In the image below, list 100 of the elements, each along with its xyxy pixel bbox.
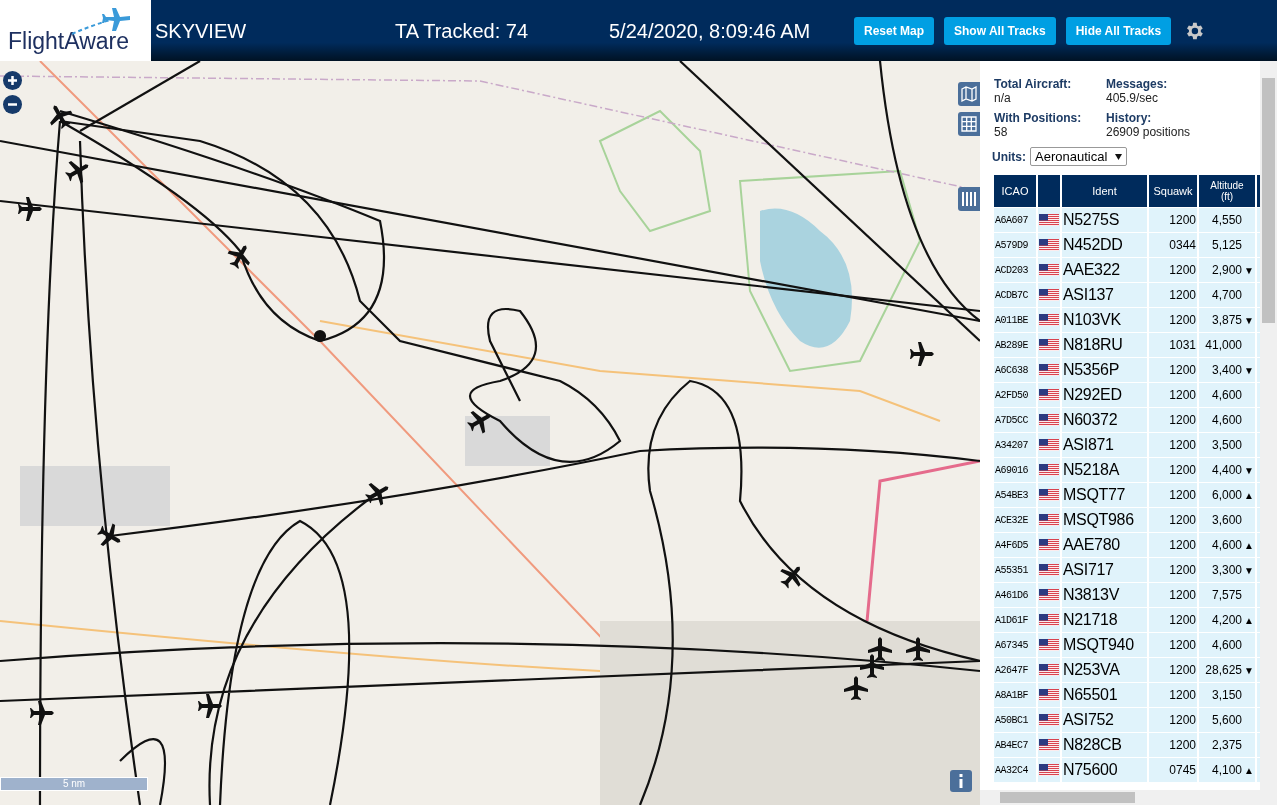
aircraft-row[interactable]: ACD203 AAE322 1200 2,900 ▼: [994, 258, 1260, 282]
altitude-value: 4,600: [1211, 387, 1242, 404]
flag-icon: [1039, 539, 1059, 551]
aircraft-row[interactable]: A579D9 N452DD 0344 5,125: [994, 233, 1260, 257]
airplane-icon[interactable]: [227, 245, 250, 269]
flag-icon: [1039, 714, 1059, 726]
squawk-cell: 1200: [1149, 658, 1197, 682]
stat-value: 26909 positions: [1106, 125, 1192, 139]
altitude-value: 6,000: [1211, 487, 1242, 504]
icao-cell: ACDB7C: [994, 283, 1036, 307]
flag-icon: [1039, 314, 1059, 326]
aircraft-row[interactable]: A67345 MSQT940 1200 4,600: [994, 633, 1260, 657]
column-header[interactable]: Altitude (ft): [1199, 175, 1255, 207]
squawk-cell: 1200: [1149, 258, 1197, 282]
airplane-icon[interactable]: [780, 566, 801, 589]
scrollbar-thumb[interactable]: [1262, 78, 1275, 323]
ident-cell: N21718: [1062, 608, 1147, 632]
altitude-value: 4,600: [1211, 412, 1242, 429]
airplane-icon[interactable]: [467, 411, 491, 434]
squawk-cell: 1200: [1149, 583, 1197, 607]
column-header[interactable]: Ident: [1062, 175, 1147, 207]
airplane-icon[interactable]: [18, 197, 42, 221]
squawk-cell: 1200: [1149, 308, 1197, 332]
ident-cell: N828CB: [1062, 733, 1147, 757]
icao-cell: A461D6: [994, 583, 1036, 607]
aircraft-row[interactable]: AB4EC7 N828CB 1200 2,375: [994, 733, 1260, 757]
flag-icon: [1039, 389, 1059, 401]
ident-cell: N5218A: [1062, 458, 1147, 482]
ident-cell: N5356P: [1062, 358, 1147, 382]
aircraft-row[interactable]: A461D6 N3813V 1200 7,575: [994, 583, 1260, 607]
airplane-icon[interactable]: [868, 637, 892, 661]
flag-icon: [1039, 614, 1059, 626]
stat-label: Messages:: [1106, 77, 1169, 91]
icao-cell: A579D9: [994, 233, 1036, 257]
ident-cell: AAE780: [1062, 533, 1147, 557]
info-icon: [958, 774, 964, 788]
aircraft-row[interactable]: ACDB7C ASI137 1200 4,700: [994, 283, 1260, 307]
aircraft-row[interactable]: A2647F N253VA 1200 28,625 ▼: [994, 658, 1260, 682]
squawk-cell: 1200: [1149, 358, 1197, 382]
flag-icon: [1039, 239, 1059, 251]
aircraft-row[interactable]: A6C638 N5356P 1200 3,400 ▼: [994, 358, 1260, 382]
airplane-icon[interactable]: [365, 483, 389, 506]
units-dropdown[interactable]: Aeronautical: [1030, 147, 1128, 166]
airplane-icon[interactable]: [30, 701, 54, 725]
airplane-icon[interactable]: [860, 654, 884, 678]
airplane-icon[interactable]: [50, 105, 73, 129]
aircraft-row[interactable]: A7D5CC N60372 1200 4,600: [994, 408, 1260, 432]
squawk-cell: 1200: [1149, 408, 1197, 432]
flag-icon: [1039, 489, 1059, 501]
aircraft-row[interactable]: A34207 ASI871 1200 3,500: [994, 433, 1260, 457]
trend-arrow: ▲: [1244, 488, 1253, 503]
column-header[interactable]: Squawk: [1149, 175, 1197, 207]
aircraft-row[interactable]: A1D61F N21718 1200 4,200 ▲: [994, 608, 1260, 632]
altitude-value: 3,300: [1211, 562, 1242, 579]
ident-cell: N818RU: [1062, 333, 1147, 357]
horizontal-scrollbar[interactable]: [980, 790, 1260, 805]
aircraft-row[interactable]: A4F6D5 AAE780 1200 4,600 ▲: [994, 533, 1260, 557]
aircraft-row[interactable]: A2FD50 N292ED 1200 4,600: [994, 383, 1260, 407]
trend-arrow: ▼: [1244, 563, 1253, 578]
ident-cell: N60372: [1062, 408, 1147, 432]
aircraft-row[interactable]: A55351 ASI717 1200 3,300 ▼: [994, 558, 1260, 582]
aircraft-row[interactable]: A6A607 N5275S 1200 4,550: [994, 208, 1260, 232]
aircraft-row[interactable]: A50BC1 ASI752 1200 5,600: [994, 708, 1260, 732]
airplane-icon[interactable]: [97, 523, 121, 546]
airplane-icon[interactable]: [65, 161, 89, 184]
map-layers-button[interactable]: [958, 82, 980, 106]
grid-button[interactable]: [958, 112, 980, 136]
ident-cell: N75600: [1062, 758, 1147, 782]
icao-cell: A6C638: [994, 358, 1036, 382]
columns-button[interactable]: [958, 187, 980, 211]
squawk-cell: 1200: [1149, 383, 1197, 407]
aircraft-row[interactable]: ACE32E MSQT986 1200 3,600: [994, 508, 1260, 532]
flag-icon: [1039, 264, 1059, 276]
airplane-icon[interactable]: [844, 676, 868, 700]
icao-cell: A6A607: [994, 208, 1036, 232]
info-button[interactable]: [950, 770, 972, 792]
squawk-cell: 1200: [1149, 558, 1197, 582]
squawk-cell: 1200: [1149, 608, 1197, 632]
flag-icon: [1039, 664, 1059, 676]
vertical-scrollbar[interactable]: [1260, 61, 1277, 805]
aircraft-row[interactable]: A011BE N103VK 1200 3,875 ▼: [994, 308, 1260, 332]
icao-cell: A4F6D5: [994, 533, 1036, 557]
column-header[interactable]: ICAO: [994, 175, 1036, 207]
aircraft-row[interactable]: AB289E N818RU 1031 41,000: [994, 333, 1260, 357]
aircraft-row[interactable]: A69016 N5218A 1200 4,400 ▼: [994, 458, 1260, 482]
aircraft-row[interactable]: A54BE3 MSQT77 1200 6,000 ▲: [994, 483, 1260, 507]
ident-cell: N292ED: [1062, 383, 1147, 407]
stat-value: 58: [994, 125, 1009, 139]
scrollbar-thumb[interactable]: [1000, 792, 1135, 803]
airplane-icon[interactable]: [906, 637, 930, 661]
plus-icon: [7, 75, 18, 86]
airplane-icon[interactable]: [198, 694, 222, 718]
squawk-cell: 1200: [1149, 533, 1197, 557]
trend-arrow: ▼: [1244, 313, 1253, 328]
icao-cell: AB4EC7: [994, 733, 1036, 757]
airplane-icon[interactable]: [910, 342, 934, 366]
altitude-value: 28,625: [1205, 662, 1242, 679]
aircraft-row[interactable]: AA32C4 N75600 0745 4,100 ▲: [994, 758, 1260, 782]
trend-arrow: ▲: [1244, 613, 1253, 628]
aircraft-row[interactable]: A8A1BF N65501 1200 3,150: [994, 683, 1260, 707]
